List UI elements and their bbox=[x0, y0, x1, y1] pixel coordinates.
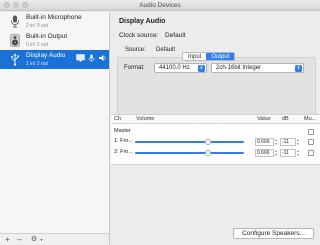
sample-rate-select[interactable]: 44100.0 Hz ⇕ bbox=[154, 63, 207, 73]
clock-source-value: Default bbox=[165, 32, 186, 39]
bit-format-value: 2ch-16bit Integer bbox=[216, 65, 262, 71]
clock-source-label: Clock source: bbox=[119, 32, 159, 39]
device-name: Built-in Output bbox=[26, 33, 68, 40]
chevron-up-down-icon: ⇕ bbox=[198, 65, 205, 72]
speaker-volume-icon bbox=[99, 55, 106, 61]
gear-icon[interactable]: ⚙ bbox=[29, 235, 39, 244]
mute-checkbox[interactable] bbox=[308, 129, 314, 135]
channel-volume-table: Ch Volume Value dB Mu... Master 1: Fro..… bbox=[111, 114, 320, 165]
value-stepper[interactable]: ▲ ▼ bbox=[274, 149, 278, 157]
tab-output[interactable]: Output bbox=[206, 53, 235, 60]
column-header-value: Value bbox=[257, 116, 271, 122]
channel-name: 2: Fro... bbox=[114, 149, 133, 155]
audio-devices-window: Audio Devices Built-in Microphone 2 in/ … bbox=[0, 0, 320, 245]
device-name: Display Audio bbox=[26, 52, 66, 59]
channel-name: Master bbox=[114, 128, 131, 134]
source-label: Source: bbox=[125, 47, 146, 53]
device-io: 2 in/ 0 out bbox=[26, 23, 48, 29]
page-title: Display Audio bbox=[119, 18, 166, 25]
sample-rate-value: 44100.0 Hz bbox=[159, 65, 190, 71]
device-io: 0 in/ 2 out bbox=[26, 42, 48, 48]
remove-device-button[interactable]: – bbox=[15, 235, 24, 244]
display-icon bbox=[76, 54, 85, 62]
format-label: Format: bbox=[124, 65, 145, 71]
db-stepper[interactable]: ▲ ▼ bbox=[296, 149, 300, 157]
db-value-field[interactable]: -11 bbox=[280, 138, 296, 146]
window-title: Audio Devices bbox=[139, 2, 181, 9]
io-segmented-control: Input Output bbox=[182, 52, 236, 61]
column-header-volume: Volume bbox=[136, 116, 155, 122]
column-header-mute: Mu... bbox=[304, 116, 317, 122]
source-value: Default bbox=[156, 47, 176, 53]
channel-name: 1: Fro... bbox=[114, 138, 133, 144]
volume-slider-knob[interactable] bbox=[204, 138, 211, 145]
usb-icon bbox=[11, 53, 19, 66]
mute-checkbox[interactable] bbox=[308, 150, 314, 156]
volume-value-field[interactable]: 0.666 bbox=[255, 149, 274, 157]
device-list-toolbar: + – ⚙ ▾ bbox=[0, 233, 109, 245]
column-header-db: dB bbox=[282, 116, 289, 122]
chevron-up-down-icon: ⇕ bbox=[295, 65, 302, 72]
speaker-icon bbox=[10, 34, 20, 47]
volume-slider-knob[interactable] bbox=[204, 149, 211, 156]
value-stepper[interactable]: ▲ ▼ bbox=[274, 138, 278, 146]
mute-checkbox[interactable] bbox=[308, 139, 314, 145]
volume-value-field[interactable]: 0.666 bbox=[255, 138, 274, 146]
add-device-button[interactable]: + bbox=[3, 235, 12, 244]
device-item-display-audio[interactable]: Display Audio 1 in/ 2 out bbox=[0, 50, 109, 69]
table-row: 1: Fro... 0.666 ▲ ▼ -11 ▲ ▼ bbox=[111, 137, 320, 147]
device-item-built-in-microphone[interactable]: Built-in Microphone 2 in/ 0 out bbox=[0, 12, 109, 31]
bit-format-select[interactable]: 2ch-16bit Integer ⇕ bbox=[211, 63, 304, 73]
device-detail-pane: Display Audio Clock source: Default Inpu… bbox=[111, 12, 320, 245]
tab-input[interactable]: Input bbox=[183, 53, 207, 60]
column-header-ch: Ch bbox=[114, 116, 122, 122]
device-list: Built-in Microphone 2 in/ 0 out Built-in… bbox=[0, 12, 110, 245]
device-status-icons bbox=[76, 54, 107, 64]
volume-slider[interactable] bbox=[135, 138, 244, 145]
configure-speakers-button[interactable]: Configure Speakers... bbox=[233, 228, 314, 239]
table-row-master: Master bbox=[111, 127, 320, 137]
device-item-built-in-output[interactable]: Built-in Output 0 in/ 2 out bbox=[0, 31, 109, 50]
volume-slider[interactable] bbox=[135, 149, 244, 156]
db-stepper[interactable]: ▲ ▼ bbox=[296, 138, 300, 146]
table-row: 2: Fro... 0.666 ▲ ▼ -11 ▲ ▼ bbox=[111, 148, 320, 158]
device-name: Built-in Microphone bbox=[26, 14, 82, 21]
microphone-icon bbox=[88, 54, 95, 62]
table-header: Ch Volume Value dB Mu... bbox=[111, 115, 320, 124]
device-io: 1 in/ 2 out bbox=[26, 61, 48, 67]
db-value-field[interactable]: -11 bbox=[280, 149, 296, 157]
microphone-icon bbox=[11, 15, 19, 28]
chevron-down-icon[interactable]: ▾ bbox=[39, 235, 44, 244]
title-bar: Audio Devices bbox=[0, 0, 320, 11]
